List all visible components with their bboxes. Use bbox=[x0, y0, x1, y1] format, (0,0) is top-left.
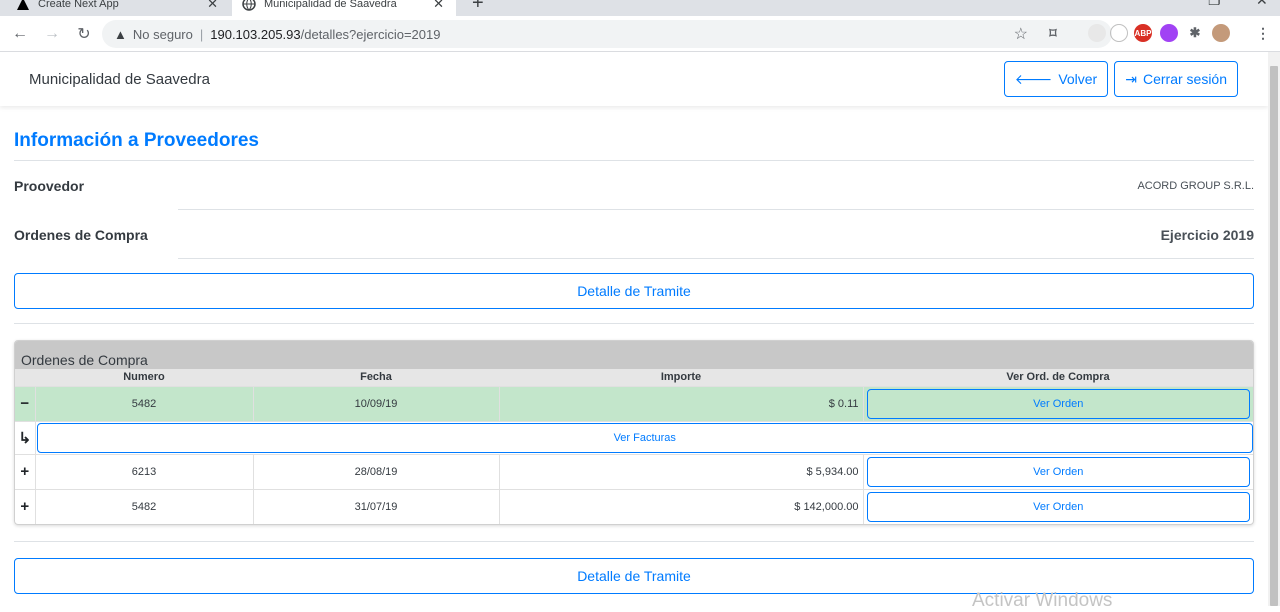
proveedor-value: ACORD GROUP S.R.L. bbox=[1137, 179, 1254, 192]
importe-cell: $ 0.11 bbox=[499, 385, 864, 421]
ver-orden-button[interactable]: Ver Orden bbox=[866, 456, 1250, 487]
expand-toggle[interactable]: + bbox=[15, 453, 36, 489]
windows-activation-watermark: Activar Windows bbox=[972, 590, 1113, 611]
proveedor-label: Proovedor bbox=[14, 177, 85, 194]
reload-icon[interactable]: ↻ bbox=[72, 22, 96, 46]
return-arrow-icon: ↳ bbox=[15, 420, 36, 454]
col-ver-orden: Ver Ord. de Compra bbox=[863, 369, 1253, 386]
page: Municipalidad de Saavedra 🡐 Volver ⇥ Cer… bbox=[0, 52, 1268, 606]
subrow: ↳ Ver Facturas bbox=[15, 420, 1253, 454]
tab-title: Municipalidad de Saavedra bbox=[264, 0, 397, 10]
tab-title: Create Next App bbox=[38, 0, 119, 10]
detalle-tramite-button-2[interactable]: Detalle de Tramite bbox=[14, 557, 1254, 594]
fecha-cell: 31/07/19 bbox=[253, 488, 500, 524]
extension-icon[interactable] bbox=[1088, 24, 1106, 42]
adblock-icon[interactable]: ABP bbox=[1134, 24, 1152, 42]
logout-button[interactable]: ⇥ Cerrar sesión bbox=[1114, 61, 1238, 97]
puzzle-icon[interactable]: ✱ bbox=[1186, 24, 1204, 42]
purple-extension-icon[interactable] bbox=[1160, 24, 1178, 42]
ver-orden-button[interactable]: Ver Orden bbox=[866, 491, 1250, 522]
numero-cell: 6213 bbox=[35, 453, 254, 489]
brand[interactable]: Municipalidad de Saavedra bbox=[29, 71, 210, 88]
globe-icon bbox=[242, 0, 256, 11]
browser-toolbar: ← → ↻ ▲ No seguro | 190.103.205.93 /deta… bbox=[0, 16, 1280, 52]
ejercicio-value: Ejercicio 2019 bbox=[1160, 226, 1254, 243]
back-arrow-icon[interactable]: ← bbox=[8, 22, 32, 46]
numero-cell: 5482 bbox=[35, 385, 254, 421]
triangle-icon bbox=[16, 0, 30, 11]
importe-cell: $ 5,934.00 bbox=[499, 453, 864, 489]
collapse-toggle[interactable]: − bbox=[15, 385, 36, 421]
nav-actions: 🡐 Volver ⇥ Cerrar sesión bbox=[1003, 61, 1238, 97]
card-title: Ordenes de Compra bbox=[15, 341, 1253, 369]
divider bbox=[14, 540, 1254, 542]
ordenes-table: Numero Fecha Importe Ver Ord. de Compra … bbox=[15, 369, 1253, 524]
col-numero: Numero bbox=[35, 369, 253, 386]
table-row: + 5482 31/07/19 $ 142,000.00 Ver Orden bbox=[15, 488, 1253, 524]
url-host: 190.103.205.93 bbox=[210, 26, 301, 42]
back-button[interactable]: 🡐 Volver bbox=[1003, 61, 1109, 97]
close-icon[interactable]: ✕ bbox=[433, 0, 444, 12]
ver-orden-button[interactable]: Ver Orden bbox=[866, 388, 1250, 419]
browser-tabstrip: Create Next App ✕ Municipalidad de Saave… bbox=[0, 0, 1280, 16]
back-label: Volver bbox=[1058, 71, 1098, 87]
warning-icon: ▲ bbox=[114, 26, 127, 42]
star-icon[interactable]: ☆ bbox=[1014, 24, 1028, 44]
importe-cell: $ 142,000.00 bbox=[499, 488, 864, 524]
page-title: Información a Proveedores bbox=[14, 130, 1254, 161]
detalle-tramite-button[interactable]: Detalle de Tramite bbox=[14, 273, 1254, 309]
separator: | bbox=[199, 26, 204, 42]
menu-icon[interactable]: ⋮ bbox=[1254, 24, 1272, 42]
numero-cell: 5482 bbox=[35, 488, 254, 524]
main-content: Información a Proveedores Proovedor ACOR… bbox=[0, 130, 1268, 324]
close-window-icon[interactable]: ✕ bbox=[1256, 0, 1268, 9]
ver-facturas-button[interactable]: Ver Facturas bbox=[36, 422, 1253, 453]
logout-label: Cerrar sesión bbox=[1142, 71, 1227, 87]
divider bbox=[14, 323, 1254, 324]
browser-tab-inactive[interactable]: Create Next App ✕ bbox=[6, 0, 230, 16]
arrow-left-icon: 🡐 bbox=[1014, 70, 1053, 87]
fecha-cell: 10/09/19 bbox=[253, 385, 500, 421]
expand-toggle[interactable]: + bbox=[15, 488, 36, 524]
new-tab-icon[interactable]: + bbox=[472, 0, 484, 15]
col-importe: Importe bbox=[499, 369, 863, 386]
table-row: − 5482 10/09/19 $ 0.11 Ver Orden bbox=[15, 385, 1253, 421]
col-fecha: Fecha bbox=[253, 369, 499, 386]
ordenes-label: Ordenes de Compra bbox=[14, 226, 148, 243]
table-row: + 6213 28/08/19 $ 5,934.00 Ver Orden bbox=[15, 453, 1253, 489]
ordenes-row: Ordenes de Compra Ejercicio 2019 bbox=[14, 210, 1254, 259]
page-scrollbar[interactable] bbox=[1268, 52, 1280, 606]
restore-window-icon[interactable]: ❐ bbox=[1208, 0, 1221, 9]
ordenes-card: Ordenes de Compra Numero Fecha Importe V… bbox=[14, 340, 1254, 525]
browser-tab-active[interactable]: Municipalidad de Saavedra ✕ bbox=[232, 0, 456, 16]
address-bar[interactable]: ▲ No seguro | 190.103.205.93 /detalles?e… bbox=[102, 20, 1112, 48]
navbar: Municipalidad de Saavedra 🡐 Volver ⇥ Cer… bbox=[0, 52, 1268, 106]
timer-extension-icon[interactable] bbox=[1110, 24, 1128, 42]
url-path: /detalles?ejercicio=2019 bbox=[300, 26, 441, 42]
insecure-label: No seguro bbox=[132, 26, 193, 42]
sign-out-icon: ⇥ bbox=[1125, 70, 1137, 87]
fecha-cell: 28/08/19 bbox=[253, 453, 500, 489]
proveedor-row: Proovedor ACORD GROUP S.R.L. bbox=[14, 161, 1254, 210]
forward-arrow-icon[interactable]: → bbox=[40, 22, 64, 46]
avatar[interactable] bbox=[1212, 24, 1230, 42]
screenshot-extension-icon[interactable]: ⌑ bbox=[1044, 24, 1062, 42]
close-icon[interactable]: ✕ bbox=[207, 0, 218, 12]
